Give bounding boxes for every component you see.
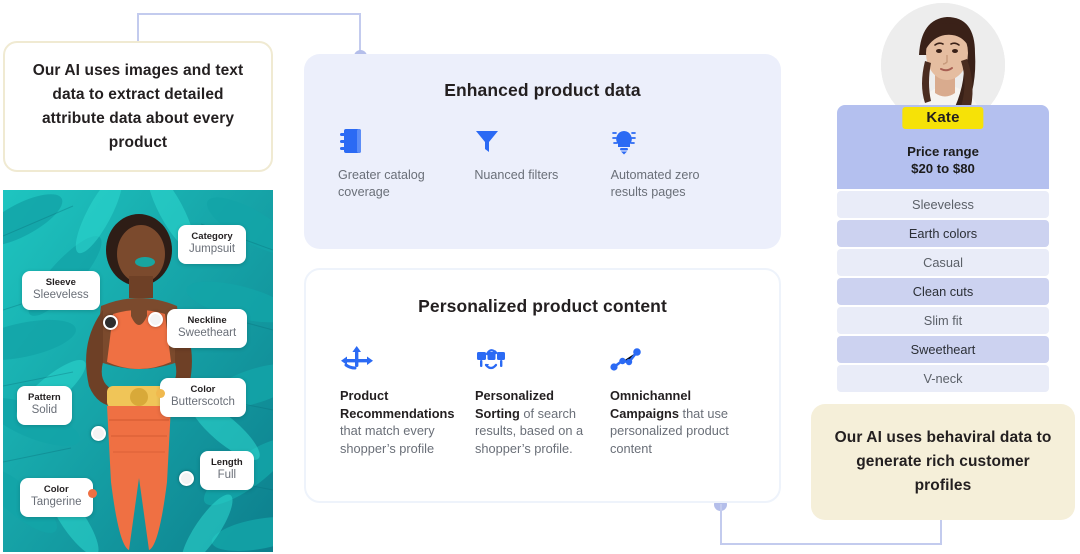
tag-neckline[interactable]: Neckline Sweetheart	[167, 309, 248, 348]
tag-length[interactable]: Length Full	[200, 451, 254, 490]
funnel-filter-icon	[474, 125, 594, 155]
connector-top-horizontal	[137, 13, 361, 15]
attribute-row[interactable]: Earth colors	[837, 220, 1049, 247]
feature-bold: Product Recommendations	[340, 388, 455, 421]
catalog-book-icon	[338, 125, 458, 155]
tag-value: Sweetheart	[178, 327, 237, 340]
card-title: Enhanced product data	[444, 80, 641, 100]
tag-value: Jumpsuit	[189, 243, 236, 256]
persona-card-kate: Kate Price range $20 to $80 Sleeveless E…	[837, 105, 1049, 392]
feature-automated-zero-results: Automated zero results pages	[611, 125, 747, 201]
price-range-label: Price range	[907, 144, 979, 159]
connector-bottom-vertical-right	[940, 519, 942, 545]
feature-text: Automated zero results pages	[610, 168, 700, 199]
card-title: Personalized product content	[418, 296, 667, 316]
attribute-row[interactable]: V-neck	[837, 365, 1049, 392]
card-enhanced-product-data: Enhanced product data Greater catalog co…	[304, 54, 781, 249]
feature-columns: Greater catalog coverage Nuanced filters	[304, 125, 781, 201]
attribute-row[interactable]: Sweetheart	[837, 336, 1049, 363]
attribute-row[interactable]: Clean cuts	[837, 278, 1049, 305]
feature-omnichannel-campaigns: Omnichannel Campaigns that use personali…	[610, 345, 745, 457]
marker-length[interactable]	[179, 471, 194, 486]
lightbulb-idea-icon	[611, 125, 731, 155]
infographic-canvas: Our AI uses images and text data to extr…	[0, 0, 1080, 554]
tag-color-tangerine[interactable]: Color Tangerine	[20, 478, 97, 517]
attribute-row[interactable]: Casual	[837, 249, 1049, 276]
feature-product-recommendations: Product Recommendations that match every…	[340, 345, 475, 457]
tag-color-butterscotch[interactable]: Color Butterscotch	[156, 378, 246, 417]
tag-pattern[interactable]: Pattern Solid	[17, 386, 72, 425]
feature-personalized-sorting: Personalized Sorting of search results, …	[475, 345, 610, 457]
tag-key: Category	[191, 231, 233, 242]
feature-text: Nuanced filters	[474, 168, 559, 182]
marker-sleeve[interactable]	[103, 315, 118, 330]
feature-text: Omnichannel Campaigns that use personali…	[610, 387, 729, 457]
tag-value: Sleeveless	[33, 289, 89, 302]
feature-nuanced-filters: Nuanced filters	[474, 125, 610, 201]
tag-key: Neckline	[187, 315, 227, 326]
card-personalized-product-content: Personalized product content Product Rec…	[304, 268, 781, 503]
feature-rest: that match every shopper’s profile	[340, 423, 435, 456]
marker-neckline[interactable]	[148, 312, 163, 327]
tag-key: Length	[211, 457, 243, 468]
multi-arrow-icon	[340, 345, 459, 375]
connector-top-vertical-left	[137, 13, 139, 43]
tag-value: Butterscotch	[171, 396, 235, 409]
feature-columns: Product Recommendations that match every…	[306, 345, 779, 457]
persona-header: Kate Price range $20 to $80	[837, 105, 1049, 189]
marker-pattern[interactable]	[91, 426, 106, 441]
trend-dots-icon	[610, 345, 729, 375]
persona-attribute-list: Sleeveless Earth colors Casual Clean cut…	[837, 191, 1049, 392]
attribute-row[interactable]: Sleeveless	[837, 191, 1049, 218]
sort-swap-icon	[475, 345, 594, 375]
tag-key: Pattern	[28, 392, 61, 403]
feature-text: Personalized Sorting of search results, …	[475, 387, 594, 457]
connector-bottom-vertical-left	[720, 504, 722, 545]
attribute-row[interactable]: Slim fit	[837, 307, 1049, 334]
feature-text: Greater catalog coverage	[338, 168, 425, 199]
tag-value: Solid	[31, 404, 58, 417]
tag-category[interactable]: Category Jumpsuit	[178, 225, 247, 264]
tag-value: Full	[217, 469, 237, 482]
tag-sleeve[interactable]: Sleeve Sleeveless	[22, 271, 100, 310]
swatch-tangerine-icon	[87, 489, 97, 498]
feature-text: Product Recommendations that match every…	[340, 387, 459, 457]
connector-bottom-horizontal	[720, 543, 942, 545]
tag-key: Color	[190, 384, 216, 395]
callout-behavioral-ai: Our AI uses behaviral data to generate r…	[811, 404, 1075, 520]
callout-product-ai: Our AI uses images and text data to extr…	[3, 41, 273, 172]
price-range-value: $20 to $80	[911, 161, 975, 176]
feature-greater-catalog-coverage: Greater catalog coverage	[338, 125, 474, 201]
swatch-butterscotch-icon	[156, 389, 165, 398]
tag-key: Sleeve	[45, 277, 76, 288]
persona-name-badge: Kate	[902, 107, 984, 129]
tag-key: Color	[43, 484, 69, 495]
tag-value: Tangerine	[31, 496, 82, 509]
